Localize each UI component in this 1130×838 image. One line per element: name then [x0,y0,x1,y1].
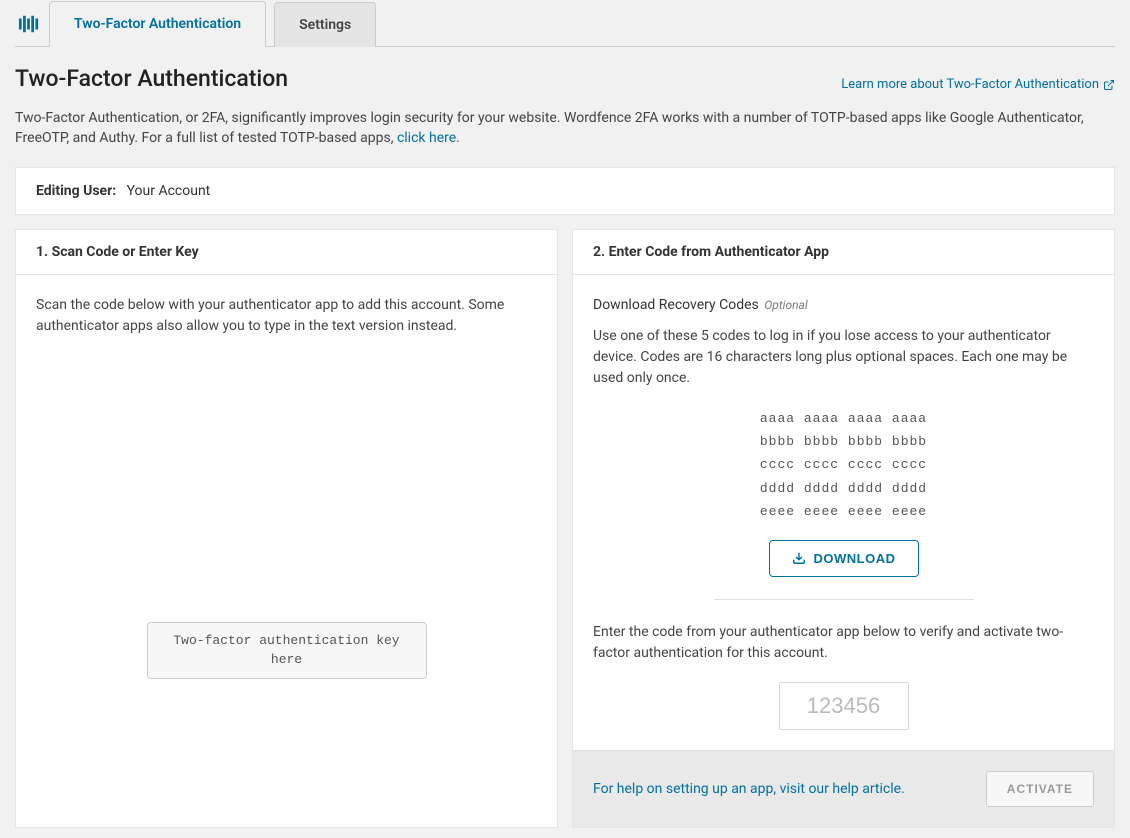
recovery-codes-desc: Use one of these 5 codes to log in if yo… [593,326,1094,389]
help-article-link[interactable]: For help on setting up an app, visit our… [593,781,905,797]
divider [714,599,974,600]
scan-code-panel: 1. Scan Code or Enter Key Scan the code … [15,229,558,828]
recovery-code: bbbb bbbb bbbb bbbb [593,430,1094,453]
panel-footer: For help on setting up an app, visit our… [573,750,1114,827]
recovery-codes-label: Download Recovery Codes [593,297,759,313]
click-here-link[interactable]: click here [397,130,456,146]
editing-user-value: Your Account [127,183,211,199]
enter-code-panel: 2. Enter Code from Authenticator App Dow… [572,229,1115,828]
learn-more-link[interactable]: Learn more about Two-Factor Authenticati… [841,77,1115,92]
tab-two-factor[interactable]: Two-Factor Authentication [49,1,266,47]
download-label: DOWNLOAD [814,551,896,566]
auth-code-input[interactable] [779,682,909,730]
scan-code-desc: Scan the code below with your authentica… [36,295,537,337]
enter-code-desc: Enter the code from your authenticator a… [593,622,1094,664]
recovery-code: eeee eeee eeee eeee [593,500,1094,523]
enter-code-header: 2. Enter Code from Authenticator App [573,230,1114,275]
recovery-code: dddd dddd dddd dddd [593,477,1094,500]
download-button[interactable]: DOWNLOAD [769,540,919,577]
page-title: Two-Factor Authentication [15,65,288,92]
scan-code-header: 1. Scan Code or Enter Key [16,230,557,275]
editing-user-label: Editing User: [36,183,116,199]
optional-label: Optional [764,298,807,312]
intro-text: Two-Factor Authentication, or 2FA, signi… [15,108,1115,149]
external-link-icon [1103,79,1115,91]
tab-settings[interactable]: Settings [274,2,376,47]
wordfence-logo-icon [15,10,43,38]
learn-more-label: Learn more about Two-Factor Authenticati… [841,77,1099,92]
activate-button[interactable]: ACTIVATE [986,771,1094,807]
tab-bar: Two-Factor Authentication Settings [15,0,1115,47]
recovery-code: aaaa aaaa aaaa aaaa [593,407,1094,430]
two-factor-key-display: Two-factor authentication key here [147,622,427,679]
editing-user-bar: Editing User: Your Account [15,167,1115,215]
recovery-code: cccc cccc cccc cccc [593,453,1094,476]
download-icon [792,551,806,565]
recovery-codes-list: aaaa aaaa aaaa aaaa bbbb bbbb bbbb bbbb … [593,407,1094,524]
